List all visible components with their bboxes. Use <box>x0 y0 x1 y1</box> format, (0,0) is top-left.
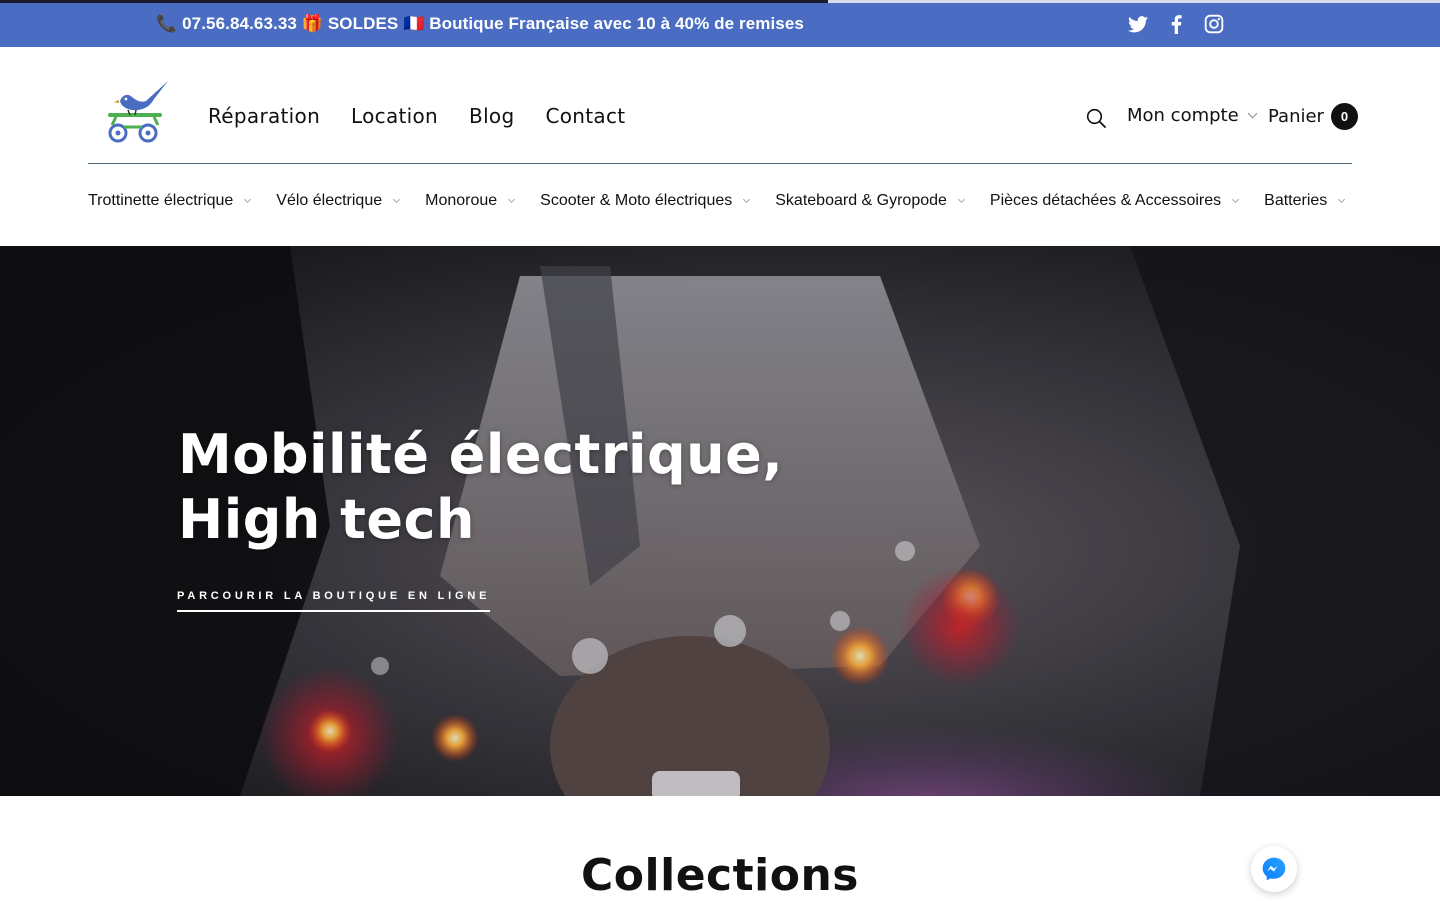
announcement-bar: 📞 07.56.84.63.33 🎁 SOLDES 🇫🇷 Boutique Fr… <box>0 0 1440 47</box>
chevron-down-icon <box>508 195 516 203</box>
category-label: Batteries <box>1264 192 1328 209</box>
instagram-icon[interactable] <box>1203 13 1225 35</box>
site-logo[interactable] <box>102 77 172 147</box>
category-label: Scooter & Moto électriques <box>540 192 733 209</box>
search-icon[interactable] <box>1086 108 1108 130</box>
collections-heading: Collections <box>581 850 859 901</box>
category-scooter-moto[interactable]: Scooter & Moto électriques <box>540 192 751 210</box>
nav-link-location[interactable]: Location <box>351 104 438 128</box>
account-label: Mon compte <box>1127 105 1239 126</box>
nav-link-reparation[interactable]: Réparation <box>208 104 320 128</box>
category-label: Skateboard & Gyropode <box>775 192 947 209</box>
facebook-icon[interactable] <box>1165 13 1187 35</box>
account-menu[interactable]: Mon compte <box>1127 105 1258 126</box>
messenger-icon <box>1262 857 1286 881</box>
category-label: Pièces détachées & Accessoires <box>989 192 1222 209</box>
chevron-down-icon <box>957 195 965 203</box>
category-trottinette[interactable]: Trottinette électrique <box>88 192 252 210</box>
twitter-icon[interactable] <box>1127 13 1149 35</box>
category-skateboard-gyropode[interactable]: Skateboard & Gyropode <box>775 192 965 210</box>
chevron-down-icon <box>1338 195 1346 203</box>
cart-button[interactable]: Panier 0 <box>1268 103 1358 130</box>
nav-link-contact[interactable]: Contact <box>545 104 625 128</box>
category-velo[interactable]: Vélo électrique <box>276 192 401 210</box>
header-divider <box>88 163 1352 164</box>
shop-online-link[interactable]: PARCOURIR LA BOUTIQUE EN LIGNE <box>177 590 491 612</box>
category-label: Vélo électrique <box>276 192 383 209</box>
site-header: Réparation Location Blog Contact Mon com… <box>0 47 1440 246</box>
cart-count-badge: 0 <box>1330 103 1358 130</box>
category-label: Trottinette électrique <box>88 192 234 209</box>
hero-title: Mobilité électrique, High tech <box>178 422 783 552</box>
announcement-text: 📞 07.56.84.63.33 🎁 SOLDES 🇫🇷 Boutique Fr… <box>156 14 804 33</box>
category-pieces-accessoires[interactable]: Pièces détachées & Accessoires <box>989 192 1240 210</box>
messenger-chat-button[interactable] <box>1251 846 1297 892</box>
chevron-down-icon <box>393 195 401 203</box>
hero-title-line-1: Mobilité électrique, <box>178 423 784 486</box>
page-loading-bar-fill <box>0 0 828 3</box>
hero-banner: Mobilité électrique, High tech PARCOURIR… <box>0 246 1440 796</box>
category-batteries[interactable]: Batteries <box>1264 192 1346 210</box>
chevron-down-icon <box>1247 108 1258 119</box>
category-nav: Trottinette électrique Vélo électrique M… <box>88 192 1346 210</box>
nav-link-blog[interactable]: Blog <box>469 104 514 128</box>
chevron-down-icon <box>244 195 252 203</box>
chevron-down-icon <box>1232 195 1240 203</box>
chevron-down-icon <box>743 195 751 203</box>
main-nav: Réparation Location Blog Contact <box>208 104 625 128</box>
page-loading-bar <box>0 0 1440 3</box>
hero-title-line-2: High tech <box>178 488 475 551</box>
category-monoroue[interactable]: Monoroue <box>425 192 516 210</box>
cart-label: Panier <box>1268 106 1324 127</box>
category-label: Monoroue <box>425 192 498 209</box>
